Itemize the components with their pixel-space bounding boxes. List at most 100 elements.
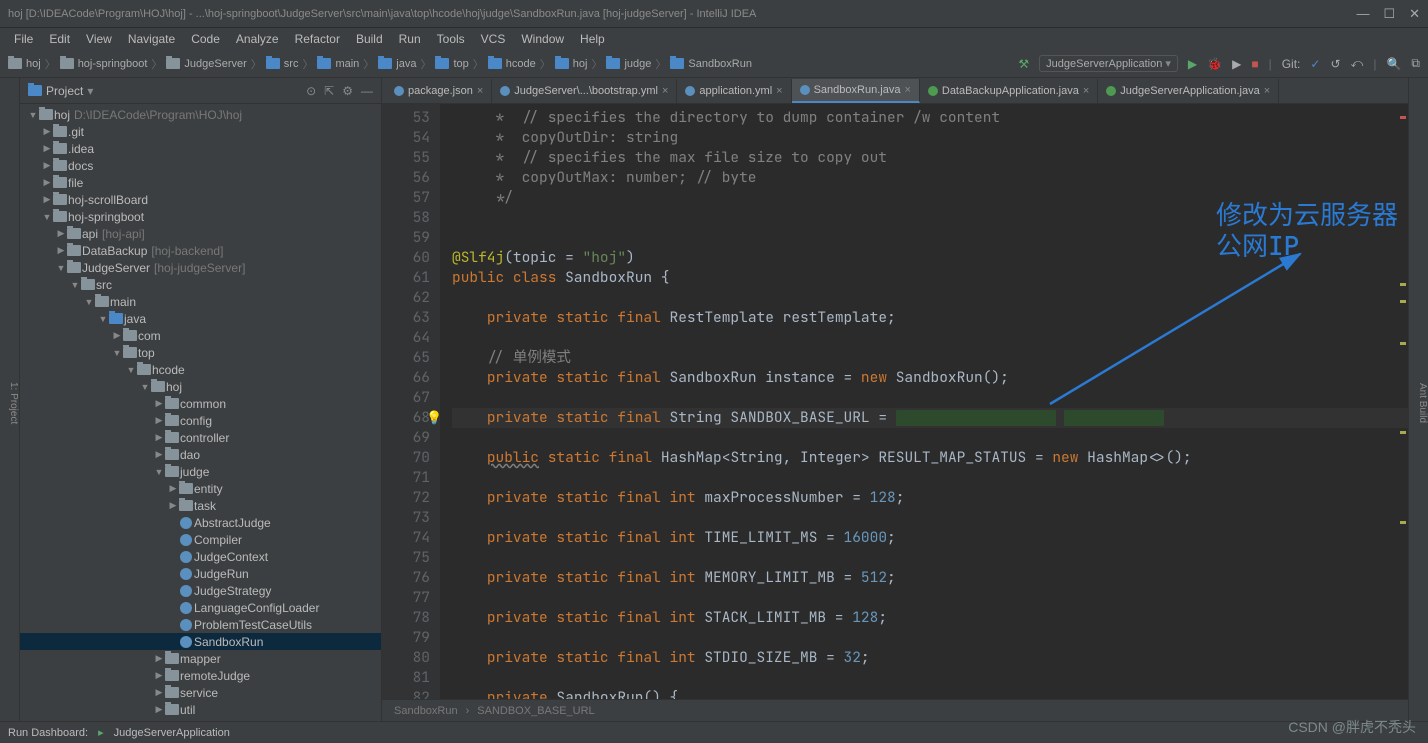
tree-item-service[interactable]: ▶ service: [20, 684, 381, 701]
tree-item-entity[interactable]: ▶ entity: [20, 480, 381, 497]
tree-item-util[interactable]: ▶ util: [20, 701, 381, 718]
menu-edit[interactable]: Edit: [43, 30, 76, 48]
menu-help[interactable]: Help: [574, 30, 611, 48]
error-stripe[interactable]: [1398, 104, 1408, 699]
project-tree[interactable]: ▼ hoj D:\IDEACode\Program\HOJ\hoj▶ .git▶…: [20, 104, 381, 721]
crumb-hcode[interactable]: hcode: [506, 58, 536, 70]
tree-item-config[interactable]: ▶ config: [20, 412, 381, 429]
tree-item-hoj-scrollBoard[interactable]: ▶ hoj-scrollBoard: [20, 191, 381, 208]
menu-refactor[interactable]: Refactor: [289, 30, 346, 48]
menu-build[interactable]: Build: [350, 30, 389, 48]
tree-item-file[interactable]: ▶ file: [20, 174, 381, 191]
code-area[interactable]: 5354555657585960616263646566676869707172…: [382, 104, 1408, 699]
tree-item-JudgeServer[interactable]: ▼ JudgeServer [hoj-judgeServer]: [20, 259, 381, 276]
tree-item-judge[interactable]: ▼ judge: [20, 463, 381, 480]
tab-project[interactable]: 1: Project: [8, 382, 19, 424]
tree-item-.git[interactable]: ▶ .git: [20, 123, 381, 140]
crumb-hoj[interactable]: hoj: [573, 58, 588, 70]
maximize-button[interactable]: ☐: [1383, 6, 1395, 22]
crumb-top[interactable]: top: [453, 58, 468, 70]
tab-package.json[interactable]: package.json×: [386, 79, 492, 103]
tab-application.yml[interactable]: application.yml×: [677, 79, 791, 103]
tree-item-task[interactable]: ▶ task: [20, 497, 381, 514]
hammer-icon[interactable]: ⚒: [1018, 57, 1029, 71]
tree-item-ProblemTestCaseUtils[interactable]: ProblemTestCaseUtils: [20, 616, 381, 633]
tab-JudgeServer\...\bootstrap.yml[interactable]: JudgeServer\...\bootstrap.yml×: [492, 79, 677, 103]
tree-item-main[interactable]: ▼ main: [20, 293, 381, 310]
menu-analyze[interactable]: Analyze: [230, 30, 285, 48]
git-revert-icon[interactable]: ⤺: [1351, 56, 1364, 71]
editor-breadcrumb[interactable]: SandboxRun › SANDBOX_BASE_URL: [382, 699, 1408, 721]
tree-item-LanguageConfigLoader[interactable]: LanguageConfigLoader: [20, 599, 381, 616]
tab-DataBackupApplication.java[interactable]: DataBackupApplication.java×: [920, 79, 1098, 103]
menu-navigate[interactable]: Navigate: [122, 30, 181, 48]
tab-SandboxRun.java[interactable]: SandboxRun.java×: [792, 79, 920, 103]
search-icon[interactable]: 🔍: [1386, 57, 1401, 71]
git-update-icon[interactable]: ✓: [1310, 57, 1320, 71]
tree-item-Compiler[interactable]: Compiler: [20, 531, 381, 548]
tree-item-dao[interactable]: ▶ dao: [20, 446, 381, 463]
gear-icon[interactable]: ⚙: [342, 84, 353, 98]
minimize-button[interactable]: —: [1356, 6, 1369, 22]
crumb-JudgeServer[interactable]: JudgeServer: [184, 58, 246, 70]
menu-file[interactable]: File: [8, 30, 39, 48]
ide-settings-icon[interactable]: ⧉: [1411, 56, 1420, 71]
tree-item-mapper[interactable]: ▶ mapper: [20, 650, 381, 667]
line-gutter[interactable]: 5354555657585960616263646566676869707172…: [382, 104, 440, 699]
tree-item-controller[interactable]: ▶ controller: [20, 429, 381, 446]
tree-item-docs[interactable]: ▶ docs: [20, 157, 381, 174]
left-toolwindow-strip[interactable]: 1: Project: [0, 78, 20, 721]
git-history-icon[interactable]: ↺: [1330, 57, 1340, 71]
menu-run[interactable]: Run: [393, 30, 427, 48]
crumb-src[interactable]: src: [284, 58, 299, 70]
crumb-main[interactable]: main: [335, 58, 359, 70]
tree-item-JudgeContext[interactable]: JudgeContext: [20, 548, 381, 565]
menu-window[interactable]: Window: [515, 30, 570, 48]
close-tab-icon[interactable]: ×: [1083, 85, 1089, 97]
close-tab-icon[interactable]: ×: [1264, 85, 1270, 97]
close-tab-icon[interactable]: ×: [662, 85, 668, 97]
tree-item-hcode[interactable]: ▼ hcode: [20, 361, 381, 378]
tree-item-java[interactable]: ▼ java: [20, 310, 381, 327]
hide-icon[interactable]: —: [361, 84, 373, 98]
tree-item-.idea[interactable]: ▶ .idea: [20, 140, 381, 157]
crumb-hoj[interactable]: hoj: [26, 58, 41, 70]
code-body[interactable]: 修改为云服务器 公网IP * // specifies the director…: [440, 104, 1408, 699]
project-header-label[interactable]: Project ▾: [28, 84, 93, 98]
collapse-all-icon[interactable]: ⇱: [324, 84, 334, 98]
tree-item-hoj[interactable]: ▼ hoj D:\IDEACode\Program\HOJ\hoj: [20, 106, 381, 123]
tree-item-common[interactable]: ▶ common: [20, 395, 381, 412]
tree-item-top[interactable]: ▼ top: [20, 344, 381, 361]
tree-item-com[interactable]: ▶ com: [20, 327, 381, 344]
menu-vcs[interactable]: VCS: [475, 30, 512, 48]
tree-item-remoteJudge[interactable]: ▶ remoteJudge: [20, 667, 381, 684]
breadcrumb[interactable]: hoj〉hoj-springboot〉JudgeServer〉src〉main〉…: [8, 56, 752, 72]
tree-item-SandboxRun[interactable]: SandboxRun: [20, 633, 381, 650]
tree-item-api[interactable]: ▶ api [hoj-api]: [20, 225, 381, 242]
run-dashboard-app[interactable]: JudgeServerApplication: [114, 727, 230, 739]
stop-button[interactable]: ■: [1251, 57, 1258, 71]
crumb-judge[interactable]: judge: [624, 58, 651, 70]
intention-bulb-icon[interactable]: 💡: [426, 408, 442, 428]
tree-item-hoj[interactable]: ▼ hoj: [20, 378, 381, 395]
crumb-hoj-springboot[interactable]: hoj-springboot: [78, 58, 148, 70]
run-config-selector[interactable]: JudgeServerApplication ▾: [1039, 55, 1178, 72]
debug-button[interactable]: 🐞: [1207, 57, 1222, 71]
tab-ant[interactable]: Ant Build: [1417, 383, 1428, 423]
close-tab-icon[interactable]: ×: [904, 84, 910, 96]
tree-item-hoj-springboot[interactable]: ▼ hoj-springboot: [20, 208, 381, 225]
menu-code[interactable]: Code: [185, 30, 226, 48]
tree-item-DataBackup[interactable]: ▶ DataBackup [hoj-backend]: [20, 242, 381, 259]
run-dashboard-label[interactable]: Run Dashboard:: [8, 727, 88, 739]
tab-JudgeServerApplication.java[interactable]: JudgeServerApplication.java×: [1098, 79, 1279, 103]
tree-item-src[interactable]: ▼ src: [20, 276, 381, 293]
crumb-SandboxRun[interactable]: SandboxRun: [688, 58, 752, 70]
crumb-java[interactable]: java: [396, 58, 416, 70]
close-tab-icon[interactable]: ×: [776, 85, 782, 97]
run-with-coverage-button[interactable]: ▶: [1232, 57, 1241, 71]
menu-view[interactable]: View: [80, 30, 118, 48]
tree-item-AbstractJudge[interactable]: AbstractJudge: [20, 514, 381, 531]
right-toolwindow-strip[interactable]: Ant Build: [1408, 78, 1428, 721]
menu-tools[interactable]: Tools: [431, 30, 471, 48]
tree-item-JudgeStrategy[interactable]: JudgeStrategy: [20, 582, 381, 599]
